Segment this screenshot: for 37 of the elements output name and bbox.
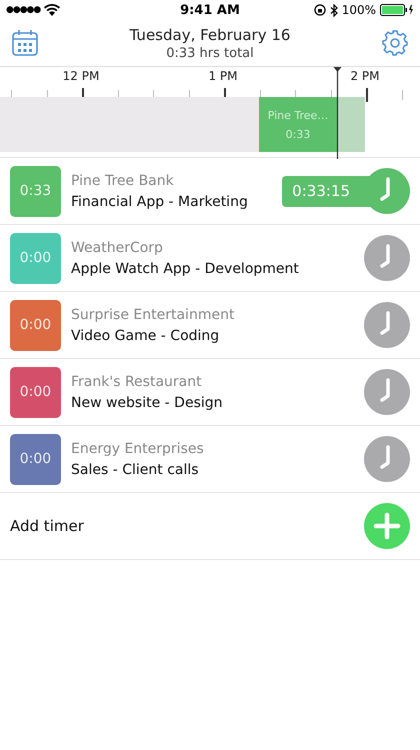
battery-icon <box>380 4 414 16</box>
project-name: Video Game - Coding <box>71 328 220 344</box>
running-segment <box>337 97 365 152</box>
clock-icon[interactable] <box>364 436 410 482</box>
settings-icon[interactable] <box>382 30 408 56</box>
project-name: Apple Watch App - Development <box>71 260 300 276</box>
hour-label: 2 PM <box>349 69 381 83</box>
project-name: Sales - Client calls <box>71 462 200 478</box>
clock-icon[interactable] <box>364 235 410 281</box>
project-name: Financial App - Marketing <box>71 194 249 210</box>
calendar-icon[interactable] <box>12 30 38 56</box>
client-name: Energy Enterprises <box>71 440 205 456</box>
client-name: Frank's Restaurant <box>71 374 203 390</box>
clock-icon[interactable] <box>364 302 410 348</box>
timer-total: 0:00 <box>10 366 61 418</box>
date-title: Tuesday, February 16 <box>128 26 292 44</box>
timer-total: 0:00 <box>10 232 61 284</box>
total-hours: 0:33 hrs total <box>165 46 255 60</box>
client-name: Surprise Entertainment <box>71 306 236 322</box>
signal-strength: ●●●●● <box>6 5 40 15</box>
clock-icon[interactable] <box>364 369 410 415</box>
add-timer-label: Add timer <box>10 517 85 535</box>
status-time: 9:41 AM <box>179 2 241 18</box>
project-name: New website - Design <box>71 394 224 410</box>
hour-label: 1 PM <box>207 69 239 83</box>
add-icon[interactable] <box>364 503 410 549</box>
wifi-icon <box>44 4 60 16</box>
client-name: WeatherCorp <box>71 240 164 256</box>
client-name: Pine Tree Bank <box>71 172 175 188</box>
timer-total: 0:00 <box>10 434 61 484</box>
timer-total: 0:00 <box>10 300 61 350</box>
time-entry[interactable]: Pine Tree… 0:33 <box>259 97 337 152</box>
battery-percent: 100% <box>342 3 376 17</box>
rotation-lock-icon <box>314 4 326 16</box>
timer-total: 0:33 <box>10 166 61 216</box>
hour-label: 12 PM <box>62 69 100 83</box>
bluetooth-icon <box>330 4 338 16</box>
